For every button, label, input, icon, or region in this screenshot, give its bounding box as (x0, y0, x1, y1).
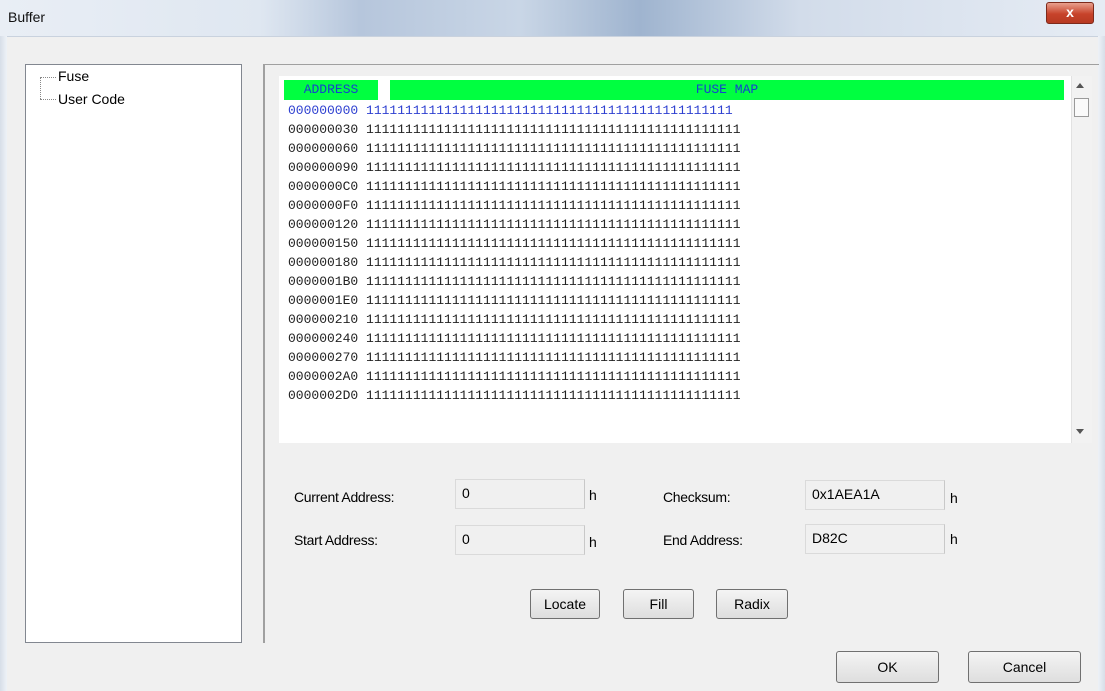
cell-address: 0000001B0 (288, 274, 359, 289)
table-row[interactable]: 0000001E0 111111111111111111111111111111… (288, 292, 741, 309)
tree-connector (40, 99, 56, 100)
current-address-field[interactable]: 0 (455, 479, 585, 509)
end-address-unit: h (950, 531, 958, 547)
start-address-field[interactable]: 0 (455, 525, 585, 555)
current-address-label: Current Address: (294, 489, 395, 505)
cell-address: 000000210 (288, 312, 359, 327)
column-header-address: ADDRESS (284, 80, 378, 100)
buffer-tree: Fuse User Code (25, 64, 242, 643)
scroll-down-icon[interactable] (1076, 429, 1084, 434)
cell-data: 1111111111111111111111111111111111111111… (366, 350, 741, 365)
close-icon: x (1066, 4, 1074, 20)
cell-data: 1111111111111111111111111111111111111111… (366, 141, 741, 156)
table-row[interactable]: 0000001B0 111111111111111111111111111111… (288, 273, 741, 290)
cell-data: 1111111111111111111111111111111111111111… (366, 179, 741, 194)
cell-address: 000000030 (288, 122, 359, 137)
table-row[interactable]: 000000240 111111111111111111111111111111… (288, 330, 741, 347)
cancel-button[interactable]: Cancel (968, 651, 1081, 683)
table-row[interactable]: 000000030 111111111111111111111111111111… (288, 121, 741, 138)
checksum-unit: h (950, 490, 958, 506)
locate-button[interactable]: Locate (530, 589, 600, 619)
cell-data: 1111111111111111111111111111111111111111… (366, 388, 741, 403)
cell-address: 0000001E0 (288, 293, 359, 308)
cell-address: 000000120 (288, 217, 359, 232)
table-row[interactable]: 0000002A0 111111111111111111111111111111… (288, 368, 741, 385)
ok-button[interactable]: OK (836, 651, 939, 683)
cell-address: 000000270 (288, 350, 359, 365)
end-address-field[interactable]: D82C (805, 524, 945, 554)
window-frame-right (1098, 36, 1105, 691)
table-row[interactable]: 000000270 111111111111111111111111111111… (288, 349, 741, 366)
tree-item-user-code[interactable]: User Code (58, 91, 125, 107)
close-button[interactable]: x (1046, 2, 1094, 24)
table-row[interactable]: 000000000 111111111111111111111111111111… (288, 102, 733, 119)
fill-button[interactable]: Fill (623, 589, 694, 619)
cell-address: 000000000 (288, 103, 359, 118)
cell-data: 1111111111111111111111111111111111111111… (366, 103, 733, 118)
cell-data: 1111111111111111111111111111111111111111… (366, 293, 741, 308)
fuse-map-grid[interactable]: ADDRESS FUSE MAP 000000000 1111111111111… (279, 76, 1091, 443)
radix-button[interactable]: Radix (716, 589, 788, 619)
cell-data: 1111111111111111111111111111111111111111… (366, 274, 741, 289)
window-title: Buffer (8, 9, 46, 25)
cell-address: 000000060 (288, 141, 359, 156)
cell-data: 1111111111111111111111111111111111111111… (366, 331, 741, 346)
table-row[interactable]: 000000150 111111111111111111111111111111… (288, 235, 741, 252)
table-row[interactable]: 000000180 111111111111111111111111111111… (288, 254, 741, 271)
cell-data: 1111111111111111111111111111111111111111… (366, 122, 741, 137)
cell-data: 1111111111111111111111111111111111111111… (366, 236, 741, 251)
table-row[interactable]: 000000090 111111111111111111111111111111… (288, 159, 741, 176)
start-address-label: Start Address: (294, 532, 378, 548)
checksum-label: Checksum: (663, 489, 731, 505)
cell-address: 0000000C0 (288, 179, 359, 194)
title-bar: Buffer x (0, 0, 1105, 37)
cell-address: 000000150 (288, 236, 359, 251)
cell-address: 0000000F0 (288, 198, 359, 213)
cell-data: 1111111111111111111111111111111111111111… (366, 312, 741, 327)
table-row[interactable]: 000000120 111111111111111111111111111111… (288, 216, 741, 233)
window-frame-left (0, 36, 7, 691)
table-row[interactable]: 0000000F0 111111111111111111111111111111… (288, 197, 741, 214)
end-address-label: End Address: (663, 532, 743, 548)
table-row[interactable]: 000000060 111111111111111111111111111111… (288, 140, 741, 157)
column-header-fuse-map: FUSE MAP (390, 80, 1064, 100)
cell-data: 1111111111111111111111111111111111111111… (366, 255, 741, 270)
table-row[interactable]: 000000210 111111111111111111111111111111… (288, 311, 741, 328)
cell-data: 1111111111111111111111111111111111111111… (366, 160, 741, 175)
scroll-up-icon[interactable] (1076, 83, 1084, 88)
vertical-scrollbar[interactable] (1071, 76, 1092, 443)
cell-address: 000000180 (288, 255, 359, 270)
tree-item-fuse[interactable]: Fuse (58, 68, 89, 84)
cell-data: 1111111111111111111111111111111111111111… (366, 198, 741, 213)
checksum-field[interactable]: 0x1AEA1A (805, 480, 945, 510)
cell-address: 0000002A0 (288, 369, 359, 384)
cell-address: 0000002D0 (288, 388, 359, 403)
start-address-unit: h (589, 534, 597, 550)
tree-connector (40, 77, 56, 78)
cell-data: 1111111111111111111111111111111111111111… (366, 217, 741, 232)
tree-connector (40, 77, 41, 99)
table-row[interactable]: 0000002D0 111111111111111111111111111111… (288, 387, 741, 404)
table-row[interactable]: 0000000C0 111111111111111111111111111111… (288, 178, 741, 195)
cell-data: 1111111111111111111111111111111111111111… (366, 369, 741, 384)
cell-address: 000000240 (288, 331, 359, 346)
cell-address: 000000090 (288, 160, 359, 175)
current-address-unit: h (589, 487, 597, 503)
scrollbar-thumb[interactable] (1074, 98, 1089, 117)
